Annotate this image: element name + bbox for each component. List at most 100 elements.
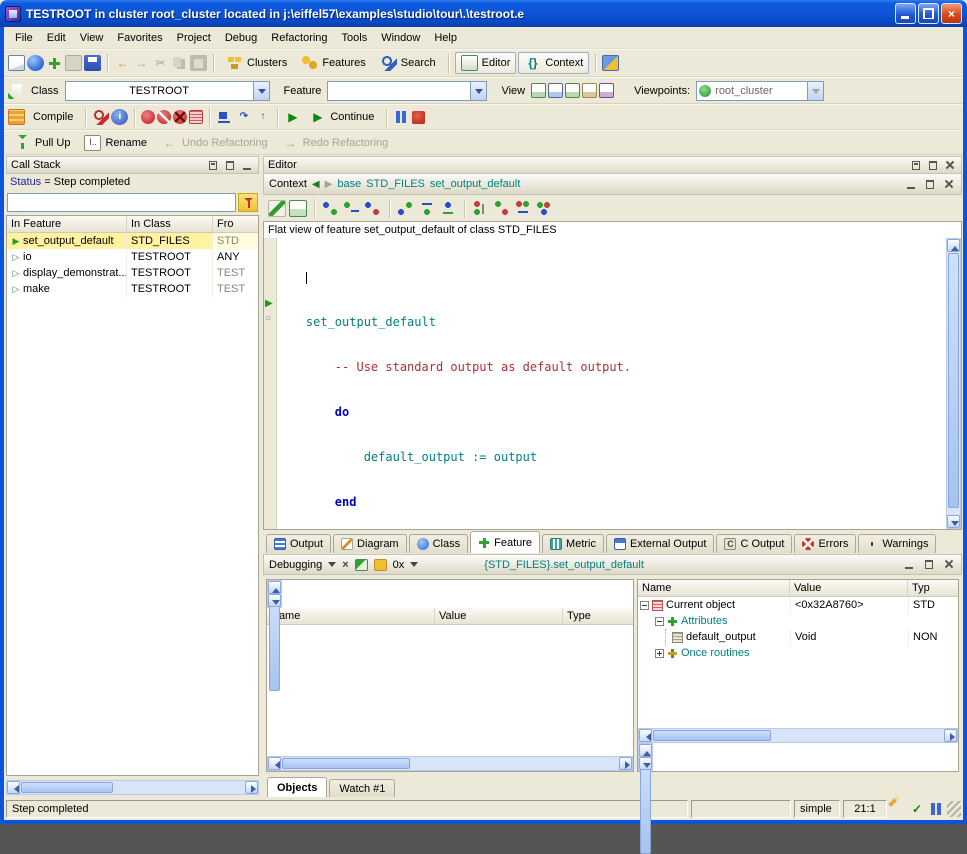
detach-debugger-icon[interactable] xyxy=(355,559,368,571)
redo-icon[interactable]: → xyxy=(133,55,150,71)
scroll-right-arrow-icon[interactable] xyxy=(944,729,957,742)
viewpoints-combobox[interactable]: root_cluster xyxy=(696,81,824,101)
scroll-track[interactable] xyxy=(652,729,944,742)
close-tool-icon[interactable]: × xyxy=(342,559,348,571)
minimize-button[interactable] xyxy=(895,3,916,24)
clusters-button[interactable]: Clusters xyxy=(220,52,293,74)
features-button[interactable]: Features xyxy=(295,52,371,74)
interface-view-icon[interactable] xyxy=(599,83,614,98)
tab-c-output[interactable]: CC Output xyxy=(716,534,792,553)
call-stack-row[interactable]: ▷display_demonstrat... TESTROOT TEST xyxy=(7,265,258,281)
flat-view-icon[interactable] xyxy=(565,83,580,98)
column-value[interactable]: Value xyxy=(790,580,908,596)
show-assigners-icon[interactable] xyxy=(364,200,382,217)
column-name[interactable]: Name xyxy=(267,608,435,624)
show-callers-icon[interactable] xyxy=(322,200,340,217)
scroll-track[interactable] xyxy=(20,781,245,794)
step-out-icon[interactable]: ↑ xyxy=(254,109,271,125)
close-debugging-icon[interactable] xyxy=(942,558,956,571)
breakpoints-tool-icon[interactable] xyxy=(189,110,203,124)
scroll-left-arrow-icon[interactable] xyxy=(639,729,652,742)
save-all-icon[interactable] xyxy=(84,55,101,71)
scroll-thumb[interactable] xyxy=(948,253,959,508)
close-button[interactable]: × xyxy=(941,3,962,24)
hex-format-label[interactable]: 0x xyxy=(393,559,405,571)
editor-gutter[interactable]: ▶ ○ xyxy=(264,238,277,529)
viewpoints-dropdown-arrow-icon[interactable] xyxy=(807,82,823,100)
call-stack-row[interactable]: ▶set_output_default STD_FILES STD xyxy=(7,233,258,249)
objects-horizontal-scrollbar[interactable] xyxy=(638,728,958,743)
maximize-context-icon[interactable] xyxy=(923,178,937,191)
maximize-panel-icon[interactable] xyxy=(223,159,237,172)
tab-watch-1[interactable]: Watch #1 xyxy=(329,779,395,797)
collapse-icon[interactable] xyxy=(655,617,664,626)
save-icon[interactable] xyxy=(65,55,82,71)
column-value[interactable]: Value xyxy=(435,608,563,624)
objects-vertical-scrollbar[interactable] xyxy=(638,743,653,771)
add-item-icon[interactable] xyxy=(46,55,63,71)
scroll-thumb[interactable] xyxy=(21,782,113,793)
column-from[interactable]: Fro xyxy=(213,216,258,232)
call-stack-row[interactable]: ▷make TESTROOT TEST xyxy=(7,281,258,297)
editor-toggle-button[interactable]: Editor xyxy=(455,52,517,74)
new-file-icon[interactable] xyxy=(8,55,25,71)
run-icon[interactable]: ▶ xyxy=(284,109,301,125)
show-implementers-icon[interactable] xyxy=(514,200,532,217)
maximize-editor-icon[interactable] xyxy=(926,159,940,172)
open-in-new-window-icon[interactable] xyxy=(289,200,307,217)
open-file-icon[interactable] xyxy=(27,55,44,71)
rename-button[interactable]: I.. Rename xyxy=(78,132,153,154)
pull-up-button[interactable]: Pull Up xyxy=(8,132,76,154)
debuggee-output-icon[interactable] xyxy=(374,559,387,571)
scroll-down-arrow-icon[interactable] xyxy=(947,515,960,528)
maximize-button[interactable] xyxy=(918,3,939,24)
clickable-view-icon[interactable] xyxy=(548,83,563,98)
search-button[interactable]: Search xyxy=(374,52,442,74)
watch-horizontal-scrollbar[interactable] xyxy=(267,756,633,771)
tree-row[interactable]: Attributes xyxy=(638,613,958,629)
show-ancestors-icon[interactable] xyxy=(418,200,436,217)
continue-button[interactable]: ▶ Continue xyxy=(303,106,380,128)
debugging-header[interactable]: Debugging × 0x {STD_FILES}.set_output_de… xyxy=(263,554,962,575)
show-descendants-icon[interactable] xyxy=(439,200,457,217)
paste-icon[interactable] xyxy=(190,55,207,71)
feature-combobox[interactable] xyxy=(327,81,487,101)
scroll-thumb[interactable] xyxy=(653,730,771,741)
breadcrumb-feature[interactable]: set_output_default xyxy=(430,178,521,190)
menu-view[interactable]: View xyxy=(73,30,111,46)
external-editor-icon[interactable] xyxy=(602,55,619,71)
new-tab-icon[interactable] xyxy=(8,83,25,99)
menu-tools[interactable]: Tools xyxy=(335,30,375,46)
pause-icon[interactable] xyxy=(393,109,410,125)
scroll-right-arrow-icon[interactable] xyxy=(619,757,632,770)
column-type[interactable]: Type xyxy=(563,608,633,624)
context-toggle-button[interactable]: {} Context xyxy=(518,52,589,74)
watch-grid-rows[interactable] xyxy=(267,625,633,756)
close-context-icon[interactable] xyxy=(942,178,956,191)
breadcrumb-class[interactable]: STD_FILES xyxy=(366,178,425,190)
scroll-down-arrow-icon[interactable] xyxy=(639,757,652,770)
editor-vertical-scrollbar[interactable] xyxy=(946,238,961,529)
tree-row[interactable]: Current object <0x32A8760> STD xyxy=(638,597,958,613)
class-input[interactable] xyxy=(66,85,253,97)
feature-dropdown-arrow-icon[interactable] xyxy=(470,82,486,100)
show-callees-icon[interactable] xyxy=(343,200,361,217)
menu-project[interactable]: Project xyxy=(170,30,218,46)
tab-warnings[interactable]: Warnings xyxy=(858,534,936,553)
code-area[interactable]: set_output_default -- Use standard outpu… xyxy=(277,238,946,529)
redo-refactoring-button[interactable]: → Redo Refactoring xyxy=(276,132,395,154)
scroll-up-arrow-icon[interactable] xyxy=(268,581,281,594)
expand-icon[interactable] xyxy=(655,649,664,658)
undo-refactoring-button[interactable]: ← Undo Refactoring xyxy=(155,132,274,154)
step-into-icon[interactable] xyxy=(216,109,233,125)
undo-icon[interactable]: ← xyxy=(114,55,131,71)
scroll-thumb[interactable] xyxy=(282,758,410,769)
tab-external-output[interactable]: External Output xyxy=(606,534,714,553)
basic-view-icon[interactable] xyxy=(531,83,546,98)
column-in-class[interactable]: In Class xyxy=(127,216,213,232)
minimize-context-icon[interactable] xyxy=(904,178,918,191)
context-back-icon[interactable]: ◀ xyxy=(312,179,320,190)
tab-class[interactable]: Class xyxy=(409,534,469,553)
scroll-right-arrow-icon[interactable] xyxy=(245,781,258,794)
show-descendant-versions-icon[interactable] xyxy=(493,200,511,217)
